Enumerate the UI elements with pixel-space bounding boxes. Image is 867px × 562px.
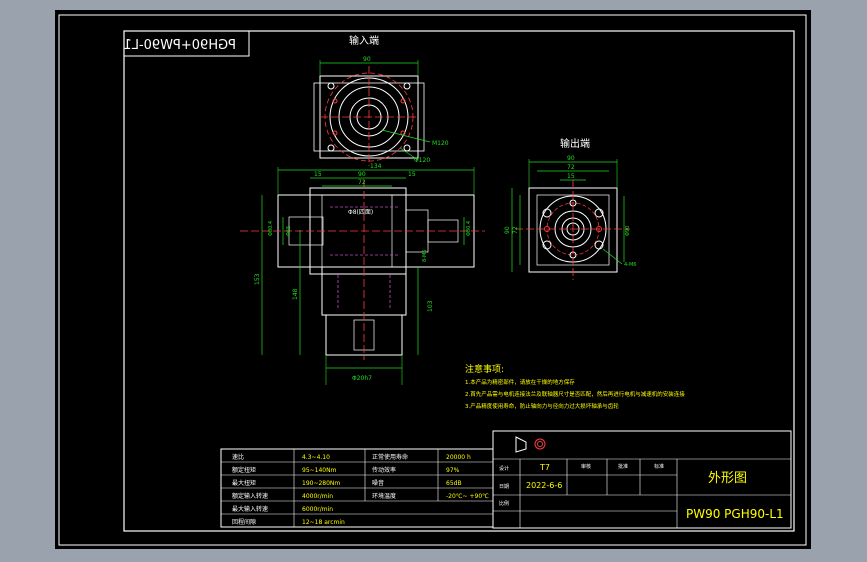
title-header-2: 批准: [618, 463, 628, 470]
output-dim-left-2: 72: [512, 226, 519, 234]
spec-cell-r1-c2: 传动效率: [372, 466, 396, 474]
side-dim-bore: Φ8(四面): [348, 209, 373, 216]
side-dim-width-1: 15: [314, 171, 322, 178]
spec-cell-r1-c0: 额定扭矩: [232, 466, 256, 474]
side-dim-total: 134: [370, 163, 382, 170]
title-date: 2022-6-6: [526, 481, 562, 490]
spec-cell-r3-c3: -20℃~ +90℃: [446, 493, 489, 500]
spec-cell-r1-c3: 97%: [446, 467, 460, 474]
spec-cell-r2-c1: 190~280Nm: [302, 480, 340, 487]
side-dim-width-4: 15: [408, 171, 416, 178]
spec-cell-r3-c1: 4000r/min: [302, 493, 333, 500]
model-name: PW90 PGH90-L1: [686, 507, 784, 521]
input-end-label: 输入端: [349, 34, 379, 47]
spec-cell-r1-c1: 95~140Nm: [302, 467, 337, 474]
side-dim-shaft: Φ20h7: [352, 375, 372, 382]
output-dim-right-1: Φ90: [625, 226, 631, 236]
cad-drawing: PGH90+PW90-L1 输入端 90 M120 Φ120 134 15 90…: [55, 10, 811, 549]
output-dim-holes: 4-M6: [624, 262, 636, 268]
model-space-background: [55, 10, 811, 549]
spec-cell-r0-c2: 正常使用寿命: [372, 453, 408, 461]
side-dim-width-3: 72: [358, 179, 366, 186]
spec-cell-r0-c1: 4.3~4.10: [302, 454, 330, 461]
spec-cell-r0-c3: 20000 h: [446, 454, 471, 461]
input-dim-outer: Φ120: [414, 157, 430, 164]
output-end-label: 输出端: [560, 137, 590, 150]
drawing-code-mirrored: PGH90+PW90-L1: [123, 38, 236, 53]
spec-cell-r2-c0: 最大扭矩: [232, 479, 256, 487]
title-header-3: 标准: [654, 463, 664, 470]
notes-line-2: 2.首先产品需与电机连接法兰及联轴器尺寸是否匹配，然后再进行电机与减速机的安装连…: [465, 390, 685, 398]
spec-cell-r2-c2: 噪音: [372, 479, 384, 487]
spec-cell-r2-c3: 65dB: [446, 480, 462, 487]
spec-cell-r3-c0: 额定输入转速: [232, 492, 268, 500]
output-dim-top-3: 15: [567, 173, 575, 180]
side-dim-vertical-2: 148: [292, 288, 299, 300]
cad-viewport: PGH90+PW90-L1 输入端 90 M120 Φ120 134 15 90…: [0, 0, 867, 562]
input-dim-top: 90: [363, 56, 371, 63]
notes-title: 注意事项:: [465, 363, 504, 375]
spec-cell-r4-c0: 最大输入转速: [232, 505, 268, 513]
title-row-label-2: 日期: [499, 484, 509, 490]
side-dim-left-1: Φ80.4: [268, 221, 274, 236]
title-header-1: 审核: [581, 463, 591, 470]
spec-cell-r5-c0: 回程间隙: [232, 518, 256, 526]
sheet-title: 外形图: [708, 471, 747, 486]
output-dim-top-2: 72: [567, 164, 575, 171]
notes-line-3: 3.产品精度使用寿命，防止轴向力与径向力过大损坏轴承与齿轮: [465, 402, 619, 410]
title-designer: T7: [539, 463, 550, 472]
side-dim-left-2: Φ65: [286, 226, 292, 236]
side-dim-pcd: 8-M6: [422, 250, 428, 262]
side-dim-right-1: Φ80.4: [466, 221, 472, 236]
side-dim-vertical-3: 103: [427, 300, 434, 312]
spec-cell-r5-c1: 12~18 arcmin: [302, 519, 345, 526]
side-dim-vertical-1: 153: [254, 273, 261, 285]
spec-cell-r4-c1: 6000r/min: [302, 506, 333, 513]
notes-line-1: 1.本产品为精密部件，请放在干燥的地方保存: [465, 378, 575, 386]
spec-cell-r0-c0: 速比: [232, 453, 244, 461]
output-dim-top-1: 90: [567, 155, 575, 162]
output-dim-left-1: 90: [504, 226, 511, 234]
title-row-label-3: 比例: [499, 500, 509, 507]
side-dim-width-2: 90: [358, 171, 366, 178]
title-row-label-1: 设计: [499, 465, 509, 472]
spec-cell-r3-c2: 环境温度: [372, 492, 396, 500]
input-dim-bolt-circle: M120: [432, 140, 449, 147]
